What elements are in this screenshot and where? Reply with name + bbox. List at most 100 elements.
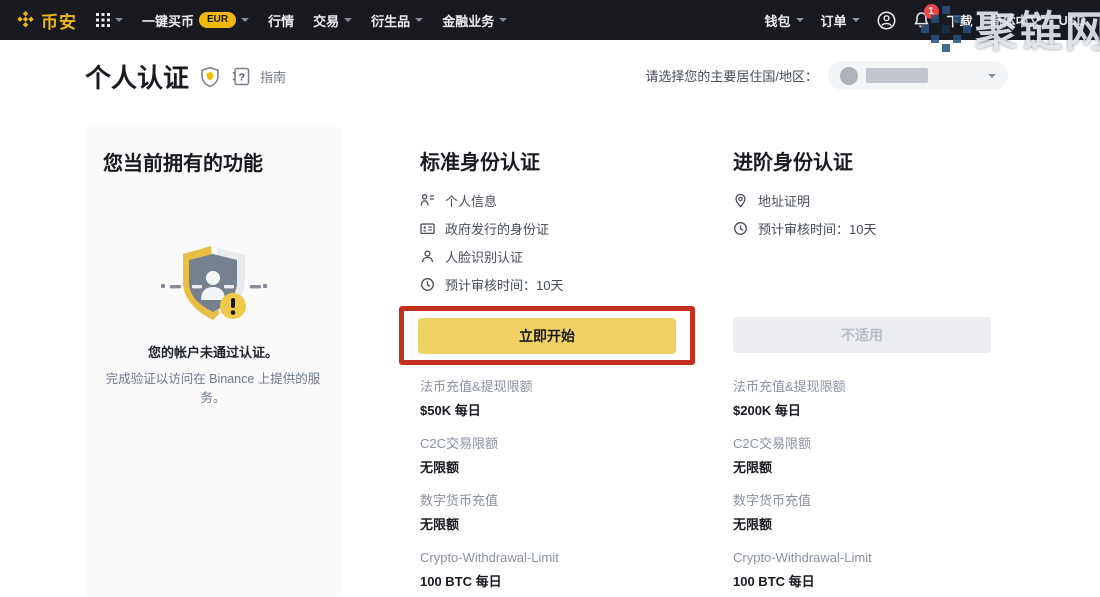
nav-item-trade[interactable]: 交易: [313, 11, 352, 30]
nav-item-markets[interactable]: 行情: [268, 11, 294, 30]
feature-proof-of-address: 地址证明: [733, 188, 991, 212]
apps-grid-menu[interactable]: [96, 13, 123, 27]
feature-label: 政府发行的身份证: [445, 219, 549, 238]
unverified-shield-illustration: [159, 242, 267, 334]
notifications-button[interactable]: 1: [913, 11, 930, 29]
limit-label: 法币充值&提现限额: [420, 379, 678, 395]
advanced-limits-list: 法币充值&提现限额 $200K 每日 C2C交易限额 无限额 数字货币充值 无限…: [733, 379, 991, 597]
currency-eur-badge: EUR: [199, 12, 236, 28]
limit-label: Crypto-Withdrawal-Limit: [733, 550, 991, 566]
nav-label: 订单: [821, 11, 847, 30]
advanced-verification-heading: 进阶身份认证: [733, 146, 991, 170]
limit-label: C2C交易限额: [733, 436, 991, 452]
feature-label: 地址证明: [758, 191, 810, 210]
location-pin-icon: [733, 193, 748, 208]
feature-government-id: 政府发行的身份证: [420, 216, 678, 240]
country-flag-placeholder: [840, 67, 858, 85]
user-details-icon: [420, 193, 435, 208]
current-features-heading: 您当前拥有的功能: [103, 147, 323, 176]
clock-icon: [733, 221, 748, 236]
red-annotation-box: 立即开始: [399, 306, 695, 365]
feature-review-time: 预计审核时间：10天: [733, 216, 991, 240]
limit-label: 数字货币充值: [420, 493, 678, 509]
limit-label: Crypto-Withdrawal-Limit: [420, 550, 678, 566]
chevron-down-icon: [415, 18, 423, 22]
main-content: 个人认证 ? 指南 请选择您的主要居住国/地区： 您当前: [0, 40, 1100, 597]
limit-value: 100 BTC 每日: [420, 574, 678, 590]
guide-link[interactable]: 指南: [260, 67, 286, 86]
binance-logo[interactable]: 币安: [16, 8, 77, 33]
standard-limits-list: 法币充值&提现限额 $50K 每日 C2C交易限额 无限额 数字货币充值 无限额…: [420, 379, 678, 597]
notification-count-badge: 1: [924, 4, 939, 19]
feature-label: 人脸识别认证: [445, 247, 523, 266]
nav-item-orders[interactable]: 订单: [821, 11, 860, 30]
nav-item-currency[interactable]: USD: [1059, 13, 1086, 28]
profile-button[interactable]: [877, 11, 896, 30]
brand-name: 币安: [41, 8, 77, 33]
feature-personal-info: 个人信息: [420, 188, 678, 212]
limit-value: 100 BTC 每日: [733, 574, 991, 590]
face-id-icon: [420, 249, 435, 264]
account-status-description: 完成验证以访问在 Binance 上提供的服务。: [103, 368, 323, 406]
region-select-label: 请选择您的主要居住国/地区：: [645, 66, 818, 85]
top-navbar: 币安 一键买币 EUR 行情: [0, 0, 1100, 40]
chevron-down-icon: [241, 18, 249, 22]
nav-item-language[interactable]: 简体中文: [990, 11, 1042, 30]
navbar-left: 币安 一键买币 EUR 行情: [16, 8, 507, 33]
nav-label: 简体中文: [990, 11, 1042, 30]
user-profile-icon: [877, 11, 896, 30]
nav-item-wallet[interactable]: 钱包: [764, 11, 803, 30]
feature-label: 预计审核时间：10天: [758, 219, 876, 238]
id-card-icon: [420, 221, 435, 236]
limit-value: 无限额: [420, 460, 678, 476]
nav-label: 交易: [313, 11, 339, 30]
chevron-down-icon: [988, 74, 996, 78]
limit-value: $50K 每日: [420, 403, 678, 419]
feature-review-time: 预计审核时间：10天: [420, 272, 678, 296]
nav-item-buy-crypto[interactable]: 一键买币 EUR: [142, 11, 249, 30]
limit-label: 法币充值&提现限额: [733, 379, 991, 395]
limit-value: 无限额: [733, 517, 991, 533]
advanced-verification-column: 进阶身份认证 地址证明 预计审核时间：10天 不适用 法币充值&提现限额 $20…: [733, 146, 991, 244]
binance-diamond-icon: [16, 11, 35, 30]
binance-kyc-page: 币安 一键买币 EUR 行情: [0, 0, 1100, 597]
navbar-right: 钱包 订单 1 下载: [764, 11, 1086, 30]
country-name-redacted: [866, 68, 928, 83]
limit-value: $200K 每日: [733, 403, 991, 419]
account-status-text: 您的帐户未通过认证。: [103, 342, 323, 361]
standard-verification-heading: 标准身份认证: [420, 146, 678, 170]
nav-item-download[interactable]: 下载: [947, 11, 973, 30]
grid-icon: [96, 13, 110, 27]
nav-label: 行情: [268, 11, 294, 30]
nav-label: USD: [1059, 13, 1086, 28]
limit-value: 无限额: [733, 460, 991, 476]
start-now-button[interactable]: 立即开始: [418, 318, 676, 354]
nav-label: 金融业务: [442, 11, 494, 30]
verification-shield-icon: [200, 66, 220, 88]
region-selector-row: 请选择您的主要居住国/地区：: [645, 61, 1008, 90]
chevron-down-icon: [852, 18, 860, 22]
page-header: 个人认证 ? 指南: [85, 58, 286, 95]
not-applicable-button: 不适用: [733, 317, 991, 353]
nav-label: 衍生品: [371, 11, 410, 30]
limit-value: 无限额: [420, 517, 678, 533]
chevron-down-icon: [344, 18, 352, 22]
limit-label: C2C交易限额: [420, 436, 678, 452]
nav-label: 钱包: [764, 11, 790, 30]
chevron-down-icon: [499, 18, 507, 22]
nav-item-finance[interactable]: 金融业务: [442, 11, 507, 30]
nav-label: 下载: [947, 11, 973, 30]
page-title: 个人认证: [85, 58, 189, 95]
feature-label: 预计审核时间：10天: [445, 275, 563, 294]
current-features-card: 您当前拥有的功能: [85, 127, 341, 597]
nav-item-derivatives[interactable]: 衍生品: [371, 11, 423, 30]
feature-label: 个人信息: [445, 191, 497, 210]
guide-book-icon[interactable]: ?: [231, 66, 251, 87]
nav-label: 一键买币: [142, 11, 194, 30]
clock-icon: [420, 277, 435, 292]
limit-label: 数字货币充值: [733, 493, 991, 509]
chevron-down-icon: [796, 18, 804, 22]
country-region-dropdown[interactable]: [828, 61, 1008, 90]
chevron-down-icon: [115, 18, 123, 22]
standard-verification-column: 标准身份认证 个人信息 政府发行的身份证: [420, 146, 678, 300]
